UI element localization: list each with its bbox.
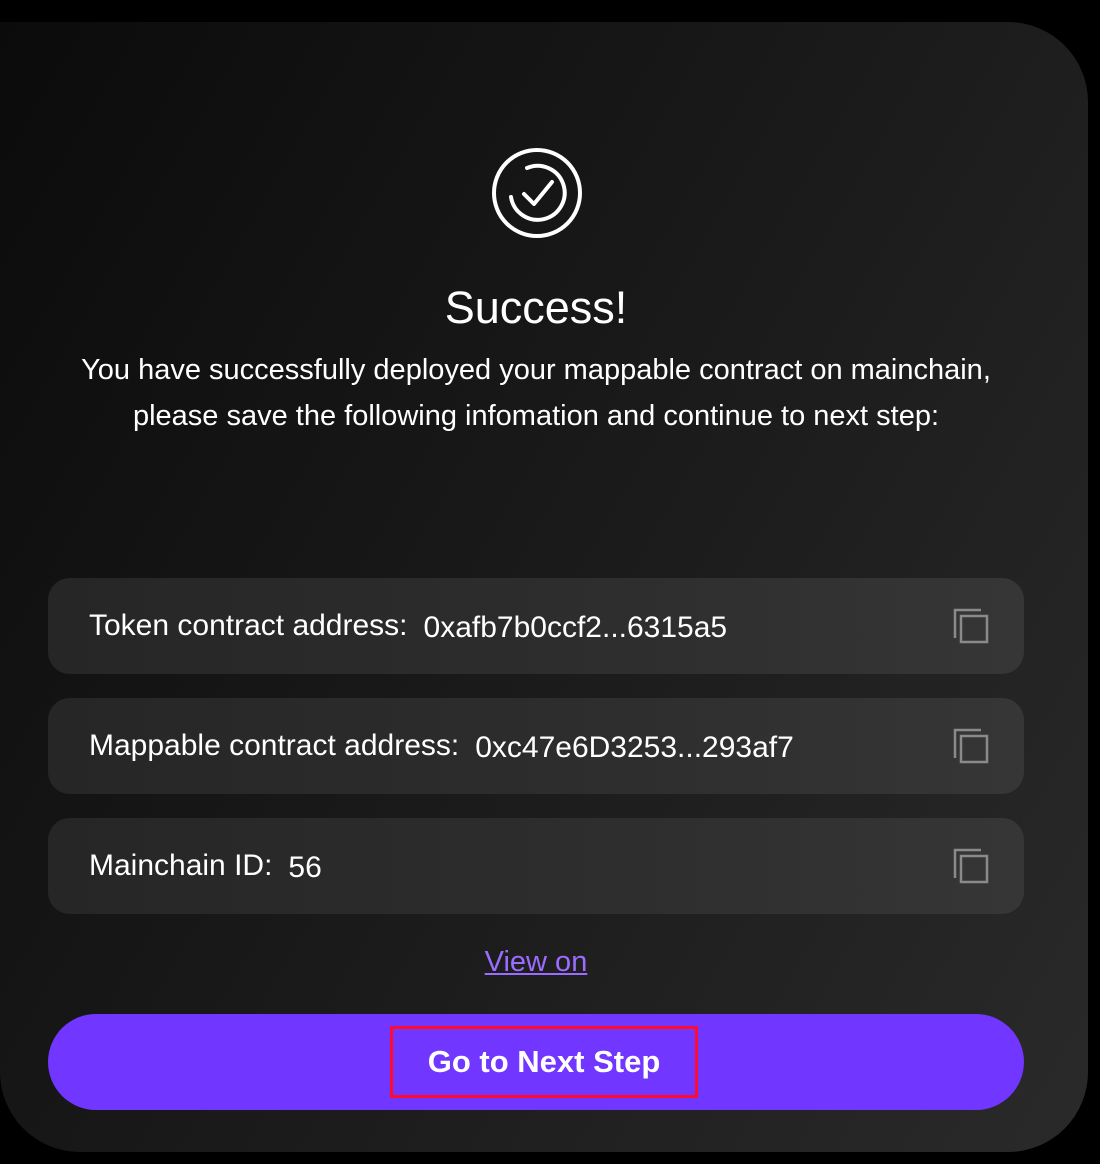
view-on-explorer-container: View on (0, 942, 1072, 982)
copy-icon[interactable] (952, 607, 990, 645)
mainchain-id-row: Mainchain ID: 56 (48, 818, 1024, 914)
mainchain-id-value: 56 (288, 851, 322, 884)
token-contract-address-value: 0xafb7b0ccf2...6315a5 (423, 611, 728, 644)
go-to-next-step-label: Go to Next Step (390, 1026, 698, 1098)
copy-icon[interactable] (952, 727, 990, 765)
mainchain-id-label: Mainchain ID: (89, 849, 273, 882)
check-circle-icon (492, 148, 582, 238)
mappable-contract-address-label: Mappable contract address: (89, 729, 460, 762)
mappable-contract-address-value: 0xc47e6D3253...293af7 (475, 731, 794, 764)
mappable-contract-address-row: Mappable contract address: 0xc47e6D3253.… (48, 698, 1024, 794)
token-contract-address-label: Token contract address: (89, 609, 408, 642)
dialog-title: Success! (444, 282, 628, 333)
success-dialog: Success! You have successfully deployed … (0, 22, 1088, 1152)
view-on-explorer-link[interactable]: View on (485, 946, 588, 978)
dialog-description: You have successfully deployed your mapp… (81, 354, 991, 432)
go-to-next-step-button[interactable]: Go to Next Step (48, 1014, 1024, 1110)
copy-icon[interactable] (952, 847, 990, 885)
token-contract-address-row: Token contract address: 0xafb7b0ccf2...6… (48, 578, 1024, 674)
